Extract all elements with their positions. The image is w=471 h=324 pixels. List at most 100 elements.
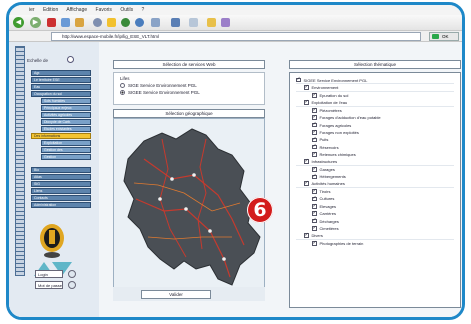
nav-item-gestion-des[interactable]: Gestion des <box>41 147 91 153</box>
theme-item[interactable]: Réservoirs <box>296 144 454 151</box>
theme-item[interactable]: Hébergements <box>296 173 454 180</box>
login-field[interactable]: Login <box>35 270 63 278</box>
nav-item-bio[interactable]: Bio <box>31 167 91 173</box>
theme-item[interactable]: Décharges <box>296 217 454 224</box>
theme-item[interactable]: Carrières <box>296 210 454 217</box>
checkbox-icon[interactable] <box>304 99 309 105</box>
nav-item-agr[interactable]: Agr. <box>31 70 91 76</box>
nav-item-contacts[interactable]: Contacts <box>31 195 91 201</box>
checkbox-icon[interactable] <box>312 136 317 143</box>
theme-item[interactable]: Environnement <box>296 84 454 92</box>
radio-icon[interactable] <box>120 83 125 88</box>
checkbox-icon[interactable] <box>312 188 317 194</box>
theme-item[interactable]: Photographies de terrain <box>296 240 454 247</box>
discuss-icon[interactable] <box>207 18 216 27</box>
messenger-icon[interactable] <box>221 18 230 27</box>
edit-icon[interactable] <box>189 18 198 27</box>
service-option-2[interactable]: SIGEE Service Environnement PGL <box>120 90 258 95</box>
nav-item-atlas[interactable]: Atlas <box>31 174 91 180</box>
scale-toggle[interactable] <box>67 56 74 63</box>
theme-item[interactable]: Piézomètres <box>296 107 454 114</box>
nav-item-enjeux[interactable]: Principaux enjeux <box>41 105 91 111</box>
theme-item[interactable]: Forages agricoles <box>296 121 454 128</box>
theme-item[interactable]: Epuration du sol <box>296 92 454 99</box>
radio-selected-icon[interactable] <box>120 90 125 95</box>
theme-item[interactable]: Divers <box>296 232 454 240</box>
menu-tools[interactable]: Outils <box>120 7 133 13</box>
checkbox-icon[interactable] <box>312 173 317 180</box>
checkbox-icon[interactable] <box>312 107 317 113</box>
territory-map[interactable] <box>114 119 265 294</box>
theme-item[interactable]: Cimetières <box>296 225 454 232</box>
checkbox-icon[interactable] <box>312 114 317 120</box>
theme-item[interactable]: Tiroirs <box>296 188 454 195</box>
checkbox-icon[interactable] <box>304 180 309 186</box>
checkbox-icon[interactable] <box>296 77 301 83</box>
nav-item-administration[interactable]: Administration <box>31 202 91 208</box>
nav-item-gestion[interactable]: Gestion <box>41 154 91 160</box>
url-input[interactable]: http://www.espace-mobile.fr/ip/lig_ESE_V… <box>51 32 421 41</box>
menu-help[interactable]: ? <box>142 7 145 13</box>
theme-item[interactable]: Cultures <box>296 195 454 202</box>
favorites-icon[interactable] <box>107 18 116 27</box>
checkbox-icon[interactable] <box>312 218 317 224</box>
theme-item[interactable]: Elevages <box>296 203 454 210</box>
login-go-button[interactable] <box>68 270 76 278</box>
theme-item[interactable]: Activités humaines <box>296 180 454 188</box>
mail-icon[interactable] <box>151 18 160 27</box>
checkbox-icon[interactable] <box>312 210 317 216</box>
checkbox-icon[interactable] <box>312 151 317 157</box>
checkbox-icon[interactable] <box>312 203 317 209</box>
territory-shape[interactable] <box>123 128 261 286</box>
scale-ruler[interactable] <box>15 46 25 276</box>
nav-item-exploitation[interactable]: Exploitation <box>41 140 91 146</box>
service-option-1[interactable]: SIGE Service Environnement PGL <box>120 83 258 88</box>
stop-icon[interactable] <box>47 18 56 27</box>
password-go-button[interactable] <box>68 281 76 289</box>
checkbox-icon[interactable] <box>312 240 317 246</box>
theme-item[interactable]: SIGEE Service Environnement PGL <box>296 77 454 85</box>
go-button[interactable]: OK <box>429 32 459 41</box>
password-field[interactable]: Mot de passe <box>35 281 63 289</box>
checkbox-icon[interactable] <box>312 129 317 135</box>
theme-item[interactable]: Infrastructures <box>296 158 454 166</box>
checkbox-icon[interactable] <box>304 232 309 238</box>
checkbox-icon[interactable] <box>312 92 317 98</box>
nav-item-eau[interactable]: Eau <box>31 84 91 90</box>
checkbox-icon[interactable] <box>312 225 317 231</box>
theme-item[interactable]: Forages d'adduction d'eau potable <box>296 114 454 121</box>
menu-file[interactable]: ier <box>29 7 35 13</box>
checkbox-icon[interactable] <box>312 195 317 202</box>
theme-item[interactable]: Forages non exploités <box>296 129 454 136</box>
validate-button[interactable]: Valider <box>141 290 211 299</box>
nav-item-liens[interactable]: Liens <box>31 188 91 194</box>
nav-item-occupation[interactable]: Occupation du sol <box>31 91 91 97</box>
theme-item[interactable]: Puits <box>296 136 454 143</box>
history-icon[interactable] <box>135 18 144 27</box>
theme-item[interactable]: Garages <box>296 166 454 173</box>
nav-item-territoire[interactable]: Le territoire ESE <box>31 77 91 83</box>
theme-item[interactable]: Exploitation de l'eau <box>296 99 454 107</box>
back-icon[interactable]: ◀ <box>13 17 24 28</box>
menu-view[interactable]: Affichage <box>66 7 87 13</box>
nav-item-carbone[interactable]: Dioxyde de Carb. <box>41 119 91 125</box>
home-icon[interactable] <box>75 18 84 27</box>
theme-item[interactable]: Retenues chimiques <box>296 151 454 158</box>
print-icon[interactable] <box>171 18 180 27</box>
forward-icon[interactable]: ▶ <box>30 17 41 28</box>
checkbox-icon[interactable] <box>312 121 317 128</box>
media-icon[interactable] <box>121 18 130 27</box>
menu-favorites[interactable]: Favoris <box>96 7 112 13</box>
theme-scrollbar[interactable] <box>463 72 465 308</box>
refresh-icon[interactable] <box>61 18 70 27</box>
checkbox-icon[interactable] <box>304 158 309 164</box>
nav-item-sig[interactable]: SIG <box>31 181 91 187</box>
checkbox-icon[interactable] <box>304 84 309 90</box>
map-view[interactable] <box>113 118 265 294</box>
nav-item-informations[interactable]: Des informations <box>31 133 91 139</box>
checkbox-icon[interactable] <box>312 144 317 150</box>
search-icon[interactable] <box>93 18 102 27</box>
checkbox-icon[interactable] <box>312 166 317 172</box>
nav-item-etudes[interactable]: Etudes existantes <box>41 126 91 132</box>
menu-edit[interactable]: Edition <box>43 7 58 13</box>
